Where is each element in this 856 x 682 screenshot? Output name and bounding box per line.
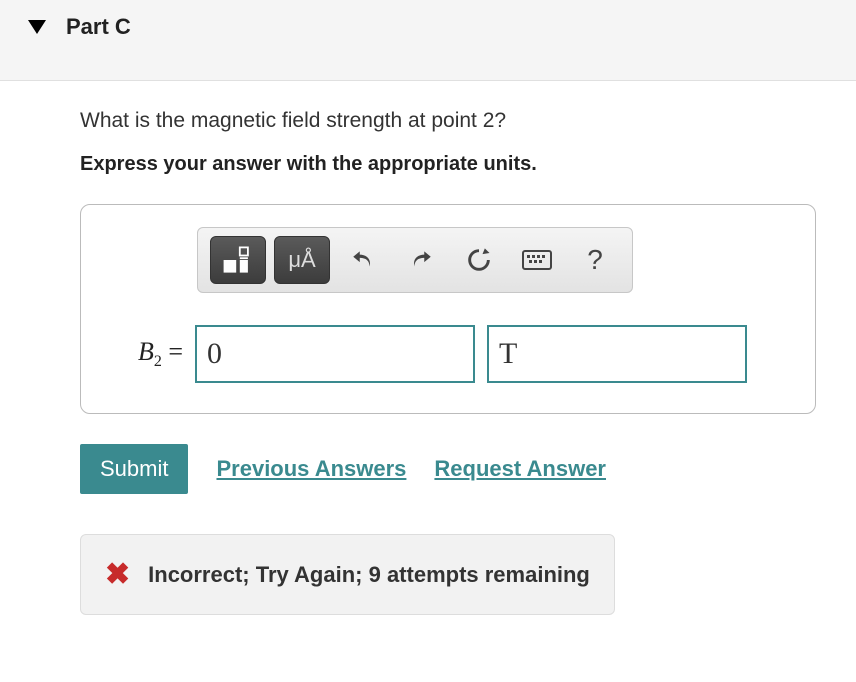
value-input[interactable]	[195, 325, 475, 383]
keyboard-icon	[522, 249, 552, 271]
answer-box: μÅ	[80, 204, 816, 414]
collapse-caret-icon[interactable]	[28, 20, 46, 34]
redo-icon	[408, 247, 434, 273]
feedback-box: ✖ Incorrect; Try Again; 9 attempts remai…	[80, 534, 615, 615]
question-text: What is the magnetic field strength at p…	[80, 109, 816, 133]
previous-answers-link[interactable]: Previous Answers	[216, 456, 406, 482]
incorrect-icon: ✖	[105, 557, 130, 592]
undo-button[interactable]	[338, 236, 388, 284]
submit-button[interactable]: Submit	[80, 444, 188, 494]
part-header: Part C	[0, 0, 856, 81]
feedback-text: Incorrect; Try Again; 9 attempts remaini…	[148, 562, 590, 588]
templates-icon	[220, 242, 256, 278]
input-row: B2 =	[103, 325, 793, 383]
unit-input[interactable]	[487, 325, 747, 383]
content-area: What is the magnetic field strength at p…	[0, 81, 856, 645]
formula-toolbar: μÅ	[197, 227, 633, 293]
help-button[interactable]: ?	[570, 236, 620, 284]
units-button[interactable]: μÅ	[274, 236, 330, 284]
templates-button[interactable]	[210, 236, 266, 284]
keyboard-button[interactable]	[512, 236, 562, 284]
reset-icon	[465, 246, 493, 274]
redo-button[interactable]	[396, 236, 446, 284]
actions-row: Submit Previous Answers Request Answer	[80, 444, 816, 494]
instruction-text: Express your answer with the appropriate…	[80, 153, 816, 176]
reset-button[interactable]	[454, 236, 504, 284]
part-title: Part C	[66, 14, 131, 40]
variable-label: B2 =	[103, 337, 183, 371]
request-answer-link[interactable]: Request Answer	[434, 456, 606, 482]
undo-icon	[350, 247, 376, 273]
